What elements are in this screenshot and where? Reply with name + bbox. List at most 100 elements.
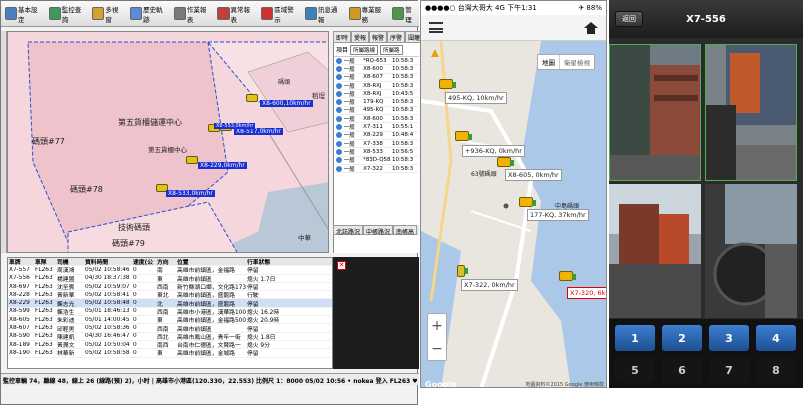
- column-header[interactable]: 車隊: [34, 258, 56, 266]
- camera-feed-2[interactable]: [705, 44, 797, 181]
- table-cell: FL263: [35, 325, 53, 332]
- table-cell: 0: [133, 291, 137, 298]
- list-cell: 10:48:4: [391, 132, 414, 139]
- map-type-switch[interactable]: 地圖 衛星檢視: [537, 54, 595, 70]
- camera-feed-4[interactable]: [705, 184, 797, 321]
- main-toolbar: 基本設定 監控查詢 多視窗 歷史軌跡 作業報表 異常報表 區域警示 訊息通報 專業服務 管理: [1, 1, 419, 27]
- list-cell: 179-KQ: [363, 99, 384, 106]
- right-tab[interactable]: 報警: [369, 31, 388, 43]
- filter-select-2[interactable]: 所屬路: [380, 44, 403, 55]
- vehicle-marker[interactable]: [186, 156, 198, 164]
- vehicle-tag[interactable]: X8-517,0km/hr: [234, 128, 283, 135]
- vehicle-tag[interactable]: X8-605, 0km/hr: [505, 169, 562, 181]
- vehicle-tag[interactable]: 495-KQ, 10km/hr: [445, 92, 507, 104]
- place-label-63: 63號碼頭: [471, 171, 497, 178]
- toolbar-button[interactable]: 訊息通報: [303, 4, 344, 24]
- channel-button[interactable]: 4: [756, 325, 796, 351]
- table-cell: FL263: [35, 266, 53, 273]
- vehicle-marker[interactable]: [455, 131, 472, 141]
- menu-icon[interactable]: [429, 22, 443, 33]
- port-map[interactable]: 第五貨櫃儲運中心 第五貨櫃中心 碼頭#77 碼頭#78 碼頭#79 碼頭 技術碼…: [7, 31, 329, 253]
- carrier-time: ●●●●○ 台灣大哥大 4G 下午1:31: [425, 4, 537, 12]
- vehicle-marker[interactable]: [457, 265, 468, 277]
- vehicle-tag[interactable]: X8-533,0km/hr: [166, 190, 215, 197]
- channel-button[interactable]: 7: [709, 357, 749, 383]
- list-cell: 10:58:3: [391, 65, 414, 72]
- channel-button[interactable]: 3: [709, 325, 749, 351]
- vehicle-marker[interactable]: [559, 271, 576, 281]
- toolbar-button[interactable]: 基本設定: [3, 4, 44, 24]
- traffic-tab[interactable]: 北誌路況: [333, 225, 364, 236]
- channel-button[interactable]: 5: [615, 357, 655, 383]
- vehicle-tag[interactable]: 177-KQ, 37km/hr: [527, 209, 589, 221]
- camera-feed-1[interactable]: [609, 44, 701, 181]
- toolbar-button[interactable]: 作業報表: [172, 4, 213, 24]
- toolbar-button[interactable]: 管理: [390, 4, 419, 24]
- vehicle-marker[interactable]: [497, 157, 514, 167]
- zoom-out-button[interactable]: −: [431, 341, 443, 357]
- map-type-map[interactable]: 地圖: [538, 55, 559, 69]
- filter-select[interactable]: 所屬路線: [350, 44, 379, 55]
- channel-button[interactable]: 8: [756, 357, 796, 383]
- zoom-in-button[interactable]: +: [431, 318, 443, 334]
- vehicle-tag[interactable]: X8-553,0km/hr: [214, 123, 256, 129]
- list-item[interactable]: 一般 X7-322 10:58:3: [334, 165, 419, 174]
- table-row[interactable]: X8-190 FL263 林華新 05/02 10:58:58 0 東 高雄市前鎮區，金城路…: [8, 349, 332, 358]
- vehicle-tag[interactable]: X7-322, 0km/hr: [461, 279, 518, 291]
- filter-label: 項目: [336, 47, 349, 54]
- traffic-tab[interactable]: 中帳路況: [363, 225, 394, 236]
- channel-button[interactable]: 1: [615, 325, 655, 351]
- list-cell: 10:58:3: [391, 115, 414, 122]
- right-tab[interactable]: 即時: [333, 31, 352, 43]
- home-icon[interactable]: [584, 21, 598, 34]
- back-button[interactable]: 返回: [615, 11, 643, 27]
- map-label-tech: 技術碼頭: [118, 223, 150, 232]
- toolbar-icon: [261, 7, 274, 20]
- list-cell: X7-311: [363, 124, 383, 131]
- list-cell: *RQ-653: [363, 57, 387, 64]
- list-cell: 10:58:3: [391, 74, 414, 81]
- right-tab[interactable]: 序警: [387, 31, 406, 43]
- map-label-center: 第五貨櫃儲運中心: [118, 118, 182, 127]
- zoom-control: + −: [427, 313, 447, 361]
- column-header[interactable]: 速度(公: [132, 258, 156, 266]
- column-header[interactable]: 車牌: [8, 258, 34, 266]
- table-cell: 05/02 10:58:46: [85, 266, 130, 273]
- phone-map[interactable]: 地圖 衛星檢視 495-KQ, 10km/hr +936-KQ, 0km/hr …: [421, 41, 606, 388]
- close-icon[interactable]: ✕: [337, 261, 346, 270]
- toolbar-button[interactable]: 多視窗: [90, 4, 125, 24]
- vehicle-tag-alert[interactable]: X7-320, 6km: [567, 287, 606, 299]
- vehicle-marker[interactable]: [519, 197, 536, 207]
- vehicle-marker[interactable]: [246, 94, 258, 102]
- table-cell: 林華新: [57, 351, 75, 358]
- camera-feed-3[interactable]: [609, 184, 701, 321]
- vehicle-marker[interactable]: [439, 79, 456, 89]
- vehicle-tag[interactable]: X8-229,0km/hr: [198, 162, 247, 169]
- toolbar-icon: [48, 7, 61, 20]
- list-cell: 一般: [343, 83, 355, 90]
- vehicle-tag[interactable]: +936-KQ, 0km/hr: [462, 145, 525, 157]
- toolbar-button[interactable]: 監控查詢: [47, 4, 88, 24]
- toolbar-button[interactable]: 歷史軌跡: [128, 4, 169, 24]
- toolbar-icon: [173, 7, 186, 20]
- channel-button[interactable]: 2: [662, 325, 702, 351]
- mobile-map-app: ●●●●○ 台灣大哥大 4G 下午1:31 ✈ 88% 地圖 衛星檢視 495-…: [420, 0, 607, 388]
- right-tabs: 即時 愛報 報警 序警 圍籬: [333, 31, 424, 43]
- toolbar-button[interactable]: 區域警示: [259, 4, 300, 24]
- toolbar-button[interactable]: 專業服務: [347, 4, 388, 24]
- traffic-tab[interactable]: 南帳高: [393, 225, 418, 236]
- right-tab[interactable]: 愛報: [351, 31, 370, 43]
- map-attribution[interactable]: 地圖資料©2015 Google 使用條款: [525, 381, 604, 388]
- vehicle-tag[interactable]: X8-600,10km/hr: [260, 100, 313, 107]
- list-cell: X8-600: [363, 115, 383, 122]
- table-cell: 05/02 10:58:41: [85, 291, 130, 298]
- column-header[interactable]: 資料時間: [84, 258, 132, 266]
- toolbar-label: 歷史軌跡: [143, 5, 163, 24]
- map-type-satellite[interactable]: 衛星檢視: [559, 55, 594, 69]
- toolbar-button[interactable]: 異常報表: [215, 4, 256, 24]
- toolbar-label: 多視窗: [105, 5, 119, 24]
- table-cell: FL263: [35, 291, 53, 298]
- channel-button[interactable]: 6: [662, 357, 702, 383]
- table-cell: 05/02 10:58:58: [85, 349, 130, 356]
- table-cell: 05/02 10:59:07: [85, 283, 130, 290]
